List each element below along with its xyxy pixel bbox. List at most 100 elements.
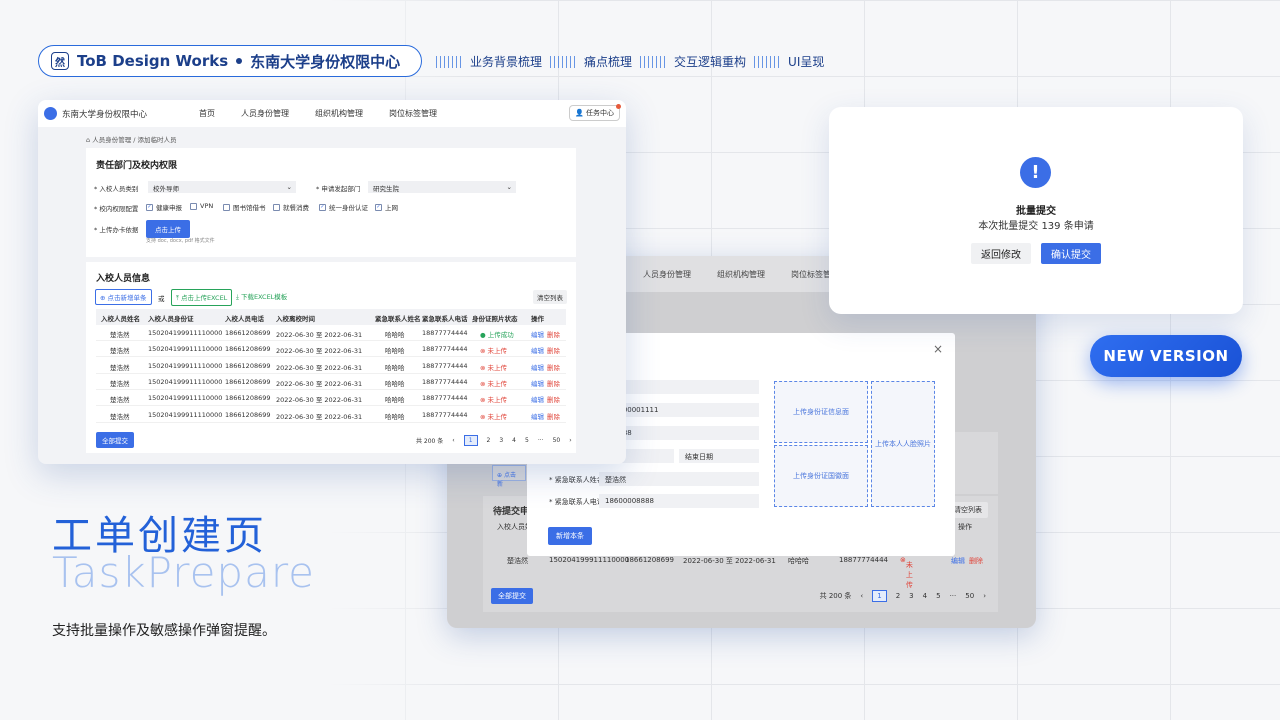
edit-link[interactable]: 编辑: [531, 329, 544, 339]
modal-contact-label: * 紧急联系人姓名: [549, 476, 604, 484]
edit-link[interactable]: 编辑: [531, 394, 544, 404]
section-title: 责任部门及校内权限: [96, 161, 178, 171]
delete-link[interactable]: 删除: [547, 394, 560, 404]
cell-id: 150204199911110000: [148, 329, 223, 337]
delete-link[interactable]: 删除: [547, 362, 560, 372]
back-edit-button[interactable]: 返回修改: [971, 243, 1031, 264]
cell-cphone: 18877774444: [422, 410, 468, 419]
submit-all-button[interactable]: 全部提交: [96, 432, 134, 448]
nav-org[interactable]: 组织机构管理: [315, 108, 363, 119]
pager-page[interactable]: 3: [909, 592, 913, 600]
delete-link[interactable]: 删除: [969, 556, 983, 566]
delete-link[interactable]: 删除: [547, 411, 560, 421]
step-divider: [754, 55, 781, 68]
upload-excel-button[interactable]: ⤒ 点击上传EXCEL: [171, 289, 233, 306]
cell-contact: 哈哈哈: [385, 331, 405, 339]
pager-page[interactable]: 50: [965, 592, 974, 600]
delete-link[interactable]: 删除: [547, 329, 560, 339]
pager-total: 共 200 条: [416, 438, 444, 445]
add-entry-button[interactable]: 新增本条: [548, 527, 592, 545]
delete-link[interactable]: 删除: [547, 378, 560, 388]
upload-id-front[interactable]: 上传身份证信息面: [774, 381, 868, 443]
download-excel-link[interactable]: ⤓ 下载EXCEL模板: [232, 289, 291, 304]
pager-page[interactable]: 5: [525, 437, 529, 444]
pager-page[interactable]: 5: [936, 592, 940, 600]
upload-button[interactable]: 点击上传: [146, 220, 190, 238]
dept-select[interactable]: 研究生院 ⌄: [368, 181, 516, 193]
cell-time: 2022-06-30 至 2022-06-31: [276, 347, 363, 356]
permission-label: 图书馆借书: [233, 204, 266, 212]
pager-ellipsis: ···: [949, 592, 957, 600]
permission-checkbox[interactable]: VPN: [190, 202, 213, 210]
cell-cphone: 18877774444: [422, 345, 468, 354]
column-header: 入校人员姓名: [101, 315, 140, 323]
back-submit-all-button[interactable]: 全部提交: [491, 588, 533, 604]
field-label: * 上传办卡依据: [94, 226, 139, 234]
user-icon: 👤: [575, 109, 584, 117]
back-add-single-button[interactable]: ⊕ 点击新: [492, 465, 526, 488]
pager-page[interactable]: 2: [896, 592, 900, 600]
photo-status-badge: ● 上传成功: [480, 331, 514, 339]
permission-checkbox[interactable]: ✓ 上网: [375, 202, 398, 212]
edit-link[interactable]: 编辑: [531, 378, 544, 388]
pager-page[interactable]: 4: [923, 592, 927, 600]
permission-checkbox[interactable]: ✓ 健康申报: [146, 202, 182, 212]
modal-contact-input[interactable]: 楚浩然: [599, 472, 759, 486]
checkbox-checked-icon: ✓: [319, 203, 326, 211]
permission-label: 统一身份认证: [329, 204, 368, 212]
back-nav-item[interactable]: 组织机构管理: [717, 269, 765, 280]
pager-page[interactable]: 2: [487, 437, 491, 444]
back-nav-item[interactable]: 人员身份管理: [643, 269, 691, 280]
upload-face-photo[interactable]: 上传本人人脸照片: [871, 381, 935, 507]
clear-list-button[interactable]: 清空列表: [533, 290, 567, 304]
permission-checkbox[interactable]: 图书馆借书: [223, 202, 266, 212]
checkbox-empty-icon: [273, 203, 280, 211]
select-value: 校外导师: [153, 185, 179, 193]
pager-page[interactable]: 1: [872, 590, 887, 602]
breadcrumb-text: 人员身份管理 / 添加临时人员: [92, 136, 177, 144]
pager-next[interactable]: ›: [569, 437, 571, 444]
cell-cphone: 18877774444: [422, 361, 468, 370]
confirm-submit-button[interactable]: 确认提交: [1041, 243, 1101, 264]
edit-link[interactable]: 编辑: [531, 345, 544, 355]
edit-link[interactable]: 编辑: [531, 362, 544, 372]
modal-cphone-input[interactable]: 18600008888: [599, 494, 759, 508]
cell-time: 2022-06-30 至 2022-06-31: [683, 557, 776, 565]
table-header: 入校人员姓名 入校人员身份证 入校人员电话 入校离校时间 紧急联系人姓名 紧急联系人电话身…: [96, 309, 566, 325]
cell-phone: 18661208699: [225, 361, 271, 370]
add-single-button[interactable]: ⊕ 点击新增单条: [95, 289, 152, 305]
checkbox-empty-icon: [190, 202, 197, 210]
info-icon: !: [1020, 157, 1051, 188]
task-center-label: 任务中心: [586, 109, 614, 117]
category-select[interactable]: 校外导师 ⌄: [148, 181, 296, 193]
pager-page[interactable]: 3: [499, 437, 503, 444]
table-row: 楚浩然 150204199911110000 18661208699 2022-06-…: [96, 325, 566, 341]
nav-home[interactable]: 首页: [199, 108, 215, 119]
batch-submit-dialog: ! 批量提交 本次批量提交 139 条申请 返回修改 确认提交: [829, 107, 1243, 314]
hero-title-en: TaskPrepare: [52, 548, 315, 597]
close-icon[interactable]: ×: [933, 342, 943, 356]
column-header: 紧急联系人电话: [422, 315, 468, 323]
back-add-label: 点击新: [497, 472, 516, 488]
permission-checkbox[interactable]: 就餐消费: [273, 202, 309, 212]
people-card: 入校人员信息 ⊕ 点击新增单条 或 ⤒ 点击上传EXCEL ⤓ 下载EXCEL模…: [86, 262, 576, 453]
edit-link[interactable]: 编辑: [531, 411, 544, 421]
pager-prev[interactable]: ‹: [860, 592, 863, 600]
or-text: 或: [158, 295, 165, 303]
pager-prev[interactable]: ‹: [452, 437, 454, 444]
pager-page[interactable]: 1: [463, 435, 478, 446]
pager-next[interactable]: ›: [983, 592, 986, 600]
cell-id: 150204199911110000: [148, 361, 223, 370]
upload-hint: 支持 doc, docx, pdf 格式文件: [146, 238, 215, 244]
upload-id-back[interactable]: 上传身份证国徽面: [774, 445, 868, 507]
permission-checkbox[interactable]: ✓ 统一身份认证: [319, 202, 368, 212]
nav-tags[interactable]: 岗位标签管理: [389, 108, 437, 119]
delete-link[interactable]: 删除: [547, 345, 560, 355]
task-center-button[interactable]: 👤 任务中心: [569, 104, 621, 121]
pager-page[interactable]: 50: [553, 437, 561, 444]
nav-identity[interactable]: 人员身份管理: [241, 108, 289, 119]
edit-link[interactable]: 编辑: [951, 556, 965, 566]
status-text: 未上传: [905, 561, 913, 589]
modal-date-end[interactable]: 结束日期: [679, 449, 759, 463]
pager-page[interactable]: 4: [512, 437, 516, 444]
